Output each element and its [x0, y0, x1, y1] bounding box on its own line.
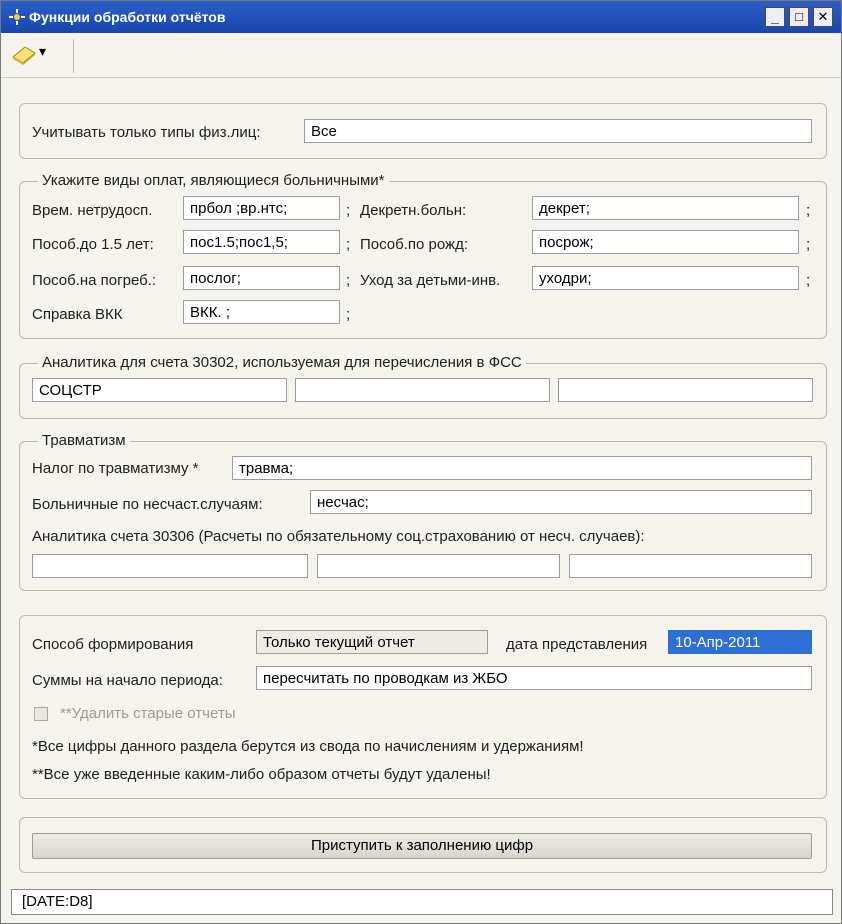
injury-legend: Травматизм [38, 432, 130, 449]
toolbar-separator [73, 39, 74, 73]
injury-tax-field[interactable]: травма; [232, 456, 812, 480]
temp-disability-label: Врем. нетрудосп. [32, 202, 153, 219]
separator-semicolon: ; [346, 306, 351, 323]
method-label: Способ формирования [32, 636, 194, 653]
injury-tax-label: Налог по травматизму * [32, 460, 199, 477]
window-title: Функции обработки отчётов [29, 9, 226, 25]
analytics-30302-field-1[interactable]: СОЦСТР [32, 378, 287, 402]
temp-disability-field[interactable]: прбол ;вр.нтс; [183, 196, 340, 220]
maternity-label: Декретн.больн: [360, 202, 467, 219]
note-delete-warning: **Все уже введенные каким-либо образом о… [32, 766, 491, 783]
document-pencil-icon [12, 46, 36, 65]
status-bar: [DATE:D8] [11, 889, 833, 915]
analytics-30302-legend: Аналитика для счета 30302, используемая … [38, 354, 526, 371]
birth-allowance-field[interactable]: посрож; [532, 230, 799, 254]
accident-sick-label: Больничные по несчаст.случаям: [32, 496, 263, 513]
analytics-30306-field-2[interactable] [317, 554, 560, 578]
person-types-panel: Учитывать только типы физ.лиц: Все [19, 103, 827, 159]
separator-semicolon: ; [806, 236, 811, 253]
child-allowance-field[interactable]: пос1.5;пос1,5; [183, 230, 340, 254]
method-select[interactable]: Только текущий отчет [256, 630, 488, 654]
analytics-30306-label: Аналитика счета 30306 (Расчеты по обязат… [32, 528, 645, 545]
accident-sick-field[interactable]: несчас; [310, 490, 812, 514]
separator-semicolon: ; [346, 202, 351, 219]
report-functions-window: Функции обработки отчётов _ □ ✕ ▾ Учитыв… [0, 0, 842, 924]
analytics-30306-field-3[interactable] [569, 554, 812, 578]
funeral-allowance-field[interactable]: послог; [183, 266, 340, 290]
delete-old-reports-checkbox[interactable] [34, 707, 48, 721]
separator-semicolon: ; [346, 272, 351, 289]
generation-group: Способ формирования Только текущий отчет… [19, 615, 827, 799]
chevron-down-icon: ▾ [39, 43, 47, 59]
child-allowance-label: Пособ.до 1.5 лет: [32, 236, 154, 253]
toolbar: ▾ [1, 33, 841, 78]
action-panel: Приступить к заполнению цифр [19, 817, 827, 873]
vkk-certificate-field[interactable]: ВКК. ; [183, 300, 340, 324]
submission-date-label: дата представления [506, 636, 648, 653]
start-filling-button[interactable]: Приступить к заполнению цифр [32, 833, 812, 859]
analytics-30302-field-2[interactable] [295, 378, 550, 402]
close-button[interactable]: ✕ [813, 7, 833, 27]
injury-group: Травматизм Налог по травматизму * травма… [19, 432, 827, 591]
sick-payments-group: Укажите виды оплат, являющиеся больничны… [19, 172, 827, 339]
disabled-child-care-label: Уход за детьми-инв. [360, 272, 501, 289]
submission-date-field[interactable]: 10-Апр-2011 [668, 630, 812, 654]
person-types-label: Учитывать только типы физ.лиц: [32, 124, 261, 141]
separator-semicolon: ; [806, 202, 811, 219]
title-bar: Функции обработки отчётов _ □ ✕ [1, 1, 841, 33]
maternity-field[interactable]: декрет; [532, 196, 799, 220]
sick-payments-legend: Укажите виды оплат, являющиеся больничны… [38, 172, 389, 189]
app-icon [9, 9, 25, 25]
disabled-child-care-field[interactable]: уходри; [532, 266, 799, 290]
funeral-allowance-label: Пособ.на погреб.: [32, 272, 157, 289]
opening-sums-label: Суммы на начало периода: [32, 672, 223, 689]
person-types-field[interactable]: Все [304, 119, 812, 143]
separator-semicolon: ; [806, 272, 811, 289]
birth-allowance-label: Пособ.по рожд: [360, 236, 468, 253]
analytics-30306-field-1[interactable] [32, 554, 308, 578]
note-source: *Все цифры данного раздела берутся из св… [32, 738, 584, 755]
delete-old-reports-label: **Удалить старые отчеты [60, 705, 236, 722]
analytics-30302-group: Аналитика для счета 30302, используемая … [19, 354, 827, 419]
toolbar-menu-button[interactable]: ▾ [11, 43, 47, 69]
opening-sums-select[interactable]: пересчитать по проводкам из ЖБО [256, 666, 812, 690]
separator-semicolon: ; [346, 236, 351, 253]
vkk-certificate-label: Справка ВКК [32, 306, 123, 323]
minimize-button[interactable]: _ [765, 7, 785, 27]
analytics-30302-field-3[interactable] [558, 378, 813, 402]
maximize-button[interactable]: □ [789, 7, 809, 27]
